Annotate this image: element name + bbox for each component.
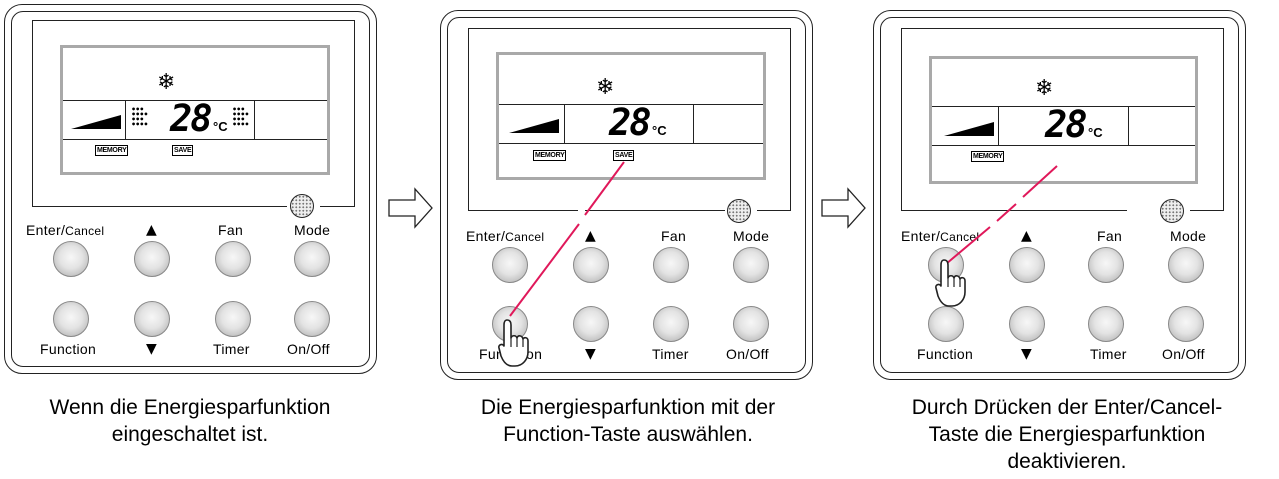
hand-pointer-icon [935, 259, 966, 307]
